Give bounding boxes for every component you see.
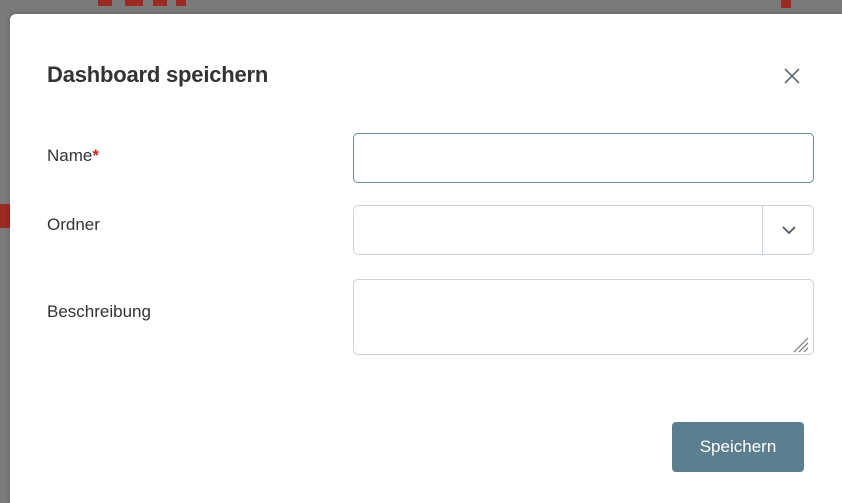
name-input[interactable] bbox=[353, 133, 814, 183]
background-fragment bbox=[98, 0, 112, 6]
close-icon bbox=[784, 68, 800, 84]
name-label-text: Name bbox=[47, 146, 93, 165]
chevron-down-icon[interactable] bbox=[779, 222, 799, 238]
background-fragment bbox=[125, 0, 143, 6]
description-label: Beschreibung bbox=[47, 302, 151, 321]
background-fragment bbox=[176, 0, 186, 6]
name-label: Name* bbox=[47, 146, 99, 166]
close-button[interactable] bbox=[780, 64, 804, 88]
description-textarea[interactable] bbox=[353, 279, 814, 355]
folder-select[interactable] bbox=[353, 205, 814, 255]
select-divider bbox=[762, 206, 763, 254]
save-button[interactable]: Speichern bbox=[672, 422, 804, 472]
folder-label: Ordner bbox=[47, 215, 100, 234]
resize-handle-icon[interactable] bbox=[791, 335, 809, 353]
background-fragment bbox=[0, 204, 10, 228]
required-marker: * bbox=[92, 146, 99, 165]
background-fragment bbox=[153, 0, 167, 6]
dialog-title: Dashboard speichern bbox=[47, 62, 269, 87]
save-dashboard-dialog: Dashboard speichern Name* Ordner Beschre… bbox=[10, 14, 842, 503]
background-fragment bbox=[781, 0, 791, 8]
